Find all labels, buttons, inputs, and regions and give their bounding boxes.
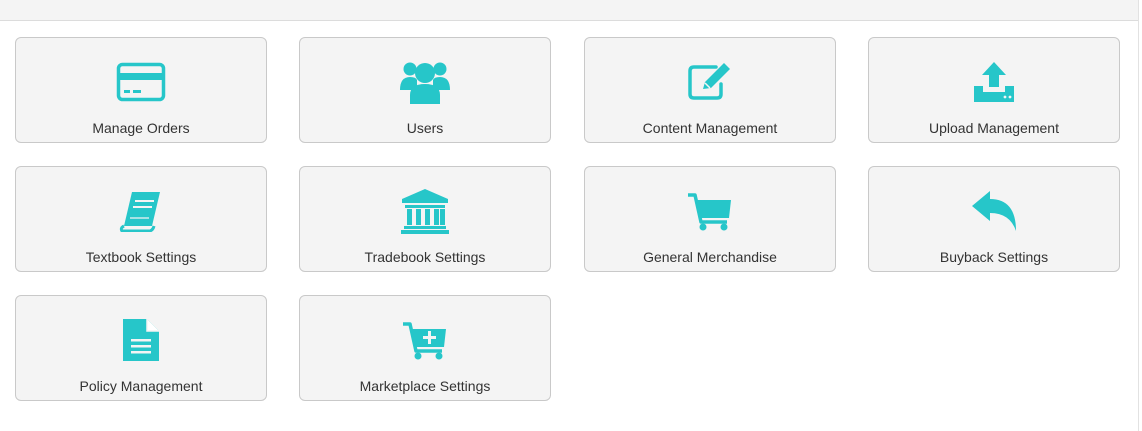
tile-textbook-settings[interactable]: Textbook Settings: [15, 166, 267, 272]
credit-card-icon: [115, 58, 167, 106]
book-icon: [115, 187, 167, 235]
tile-general-merchandise[interactable]: General Merchandise: [584, 166, 836, 272]
tile-label: Manage Orders: [92, 120, 190, 136]
edit-icon: [684, 58, 736, 106]
bank-icon: [399, 187, 451, 235]
tile-label: General Merchandise: [643, 249, 777, 265]
tile-label: Marketplace Settings: [359, 378, 491, 394]
tile-label: Content Management: [642, 120, 778, 136]
tile-label: Buyback Settings: [939, 249, 1049, 265]
upload-icon: [968, 58, 1020, 106]
tile-upload-management[interactable]: Upload Management: [868, 37, 1120, 143]
tile-marketplace-settings[interactable]: Marketplace Settings: [299, 295, 551, 401]
tile-buyback-settings[interactable]: Buyback Settings: [868, 166, 1120, 272]
cart-plus-icon: [399, 316, 451, 364]
tile-label: Upload Management: [929, 120, 1059, 136]
tile-manage-orders[interactable]: Manage Orders: [15, 37, 267, 143]
users-icon: [399, 58, 451, 106]
cart-icon: [684, 187, 736, 235]
document-icon: [115, 316, 167, 364]
tile-tradebook-settings[interactable]: Tradebook Settings: [299, 166, 551, 272]
tile-label: Tradebook Settings: [364, 249, 486, 265]
tile-label: Users: [406, 120, 444, 136]
tile-label: Policy Management: [79, 378, 203, 394]
tile-label: Textbook Settings: [85, 249, 197, 265]
tile-users[interactable]: Users: [299, 37, 551, 143]
scrollbar-edge: [1138, 0, 1139, 431]
top-bar: [0, 0, 1139, 21]
tile-policy-management[interactable]: Policy Management: [15, 295, 267, 401]
tile-content-management[interactable]: Content Management: [584, 37, 836, 143]
reply-icon: [968, 187, 1020, 235]
